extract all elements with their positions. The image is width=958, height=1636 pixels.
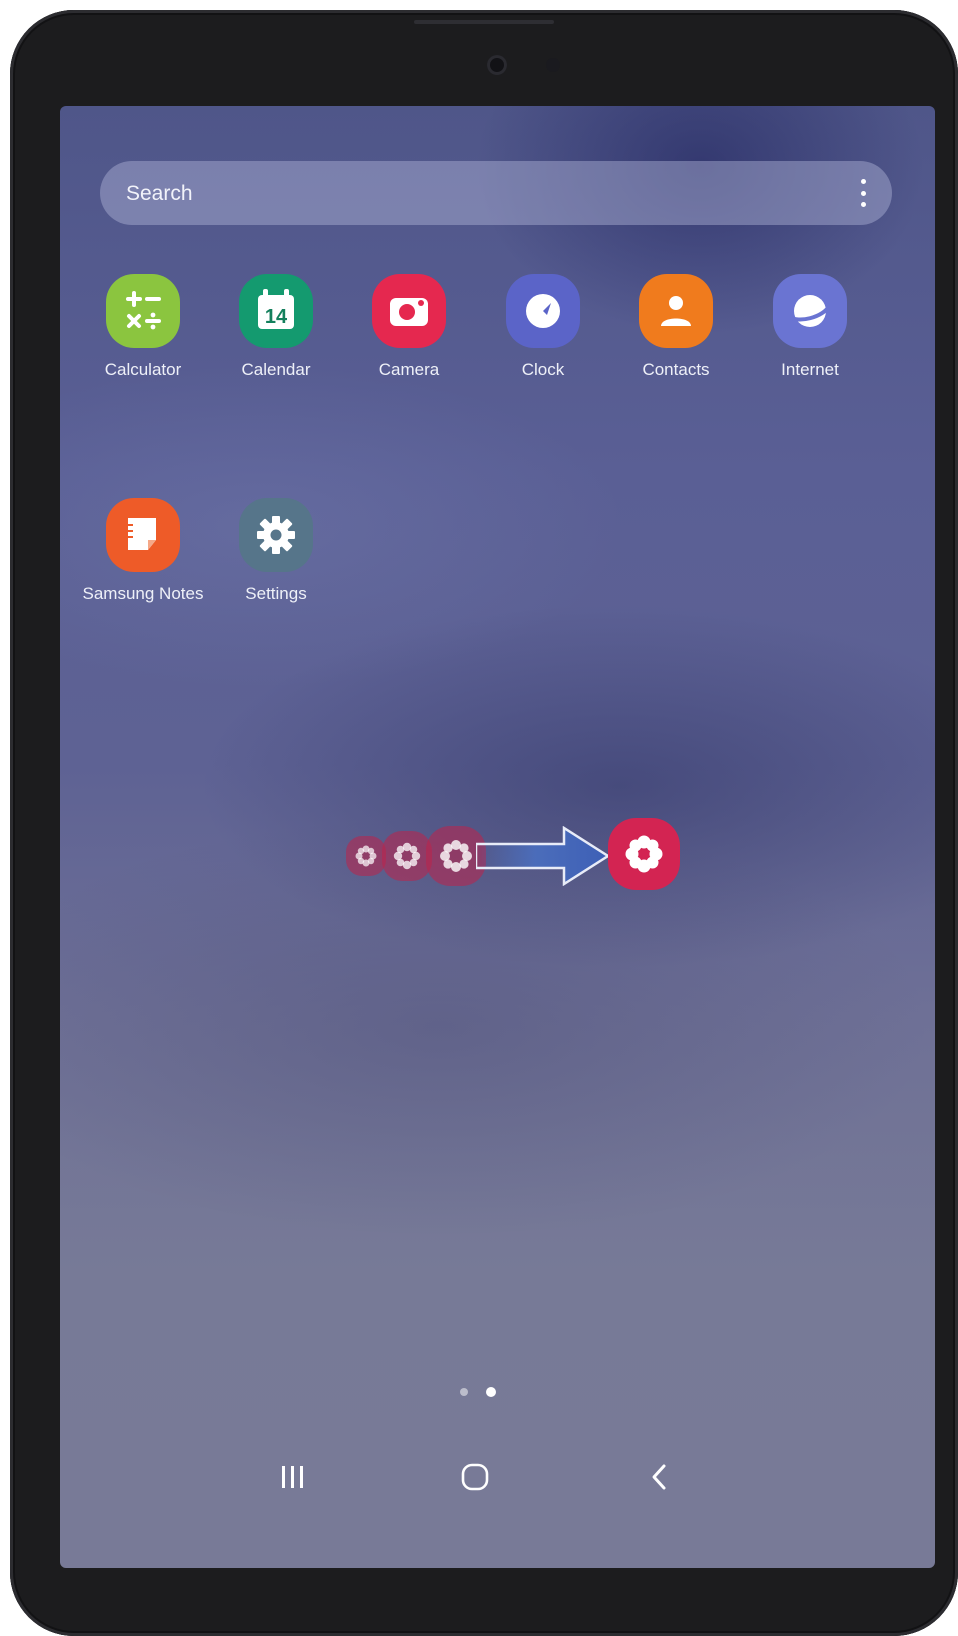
calculator-icon: [106, 274, 180, 348]
calendar-day: 14: [265, 306, 288, 328]
clock-icon: [506, 274, 580, 348]
page-dot[interactable]: [460, 1388, 468, 1396]
contacts-icon: [639, 274, 713, 348]
page-indicator: [460, 1386, 540, 1398]
app-calculator[interactable]: Calculator: [73, 274, 213, 380]
front-camera: [487, 55, 507, 75]
arrow-right-icon: [476, 826, 611, 886]
settings-icon: [239, 498, 313, 572]
app-contacts[interactable]: Contacts: [606, 274, 746, 380]
app-calendar[interactable]: 14 Calendar: [206, 274, 346, 380]
notes-icon: [106, 498, 180, 572]
camera-icon: [372, 274, 446, 348]
more-vertical-icon[interactable]: [860, 179, 866, 207]
tablet-frame: Search Calculator 14 Calendar Camera Clo…: [10, 10, 958, 1636]
search-bar[interactable]: Search: [100, 161, 892, 225]
flower-app-icon[interactable]: [608, 818, 680, 890]
home-icon[interactable]: [458, 1460, 492, 1494]
calendar-icon: 14: [239, 274, 313, 348]
app-label: Settings: [245, 584, 307, 603]
home-screen: Search Calculator 14 Calendar Camera Clo…: [60, 106, 935, 1568]
recents-icon[interactable]: [276, 1462, 310, 1492]
app-internet[interactable]: Internet: [740, 274, 880, 380]
app-label: Internet: [781, 360, 839, 379]
app-label: Contacts: [642, 360, 710, 379]
search-placeholder: Search: [126, 182, 193, 205]
app-clock[interactable]: Clock: [473, 274, 613, 380]
app-label: Samsung Notes: [82, 584, 204, 603]
internet-icon: [773, 274, 847, 348]
back-icon[interactable]: [644, 1460, 674, 1494]
speaker-grille: [414, 20, 554, 24]
page-dot-active[interactable]: [486, 1387, 496, 1397]
app-camera[interactable]: Camera: [339, 274, 479, 380]
app-label: Camera: [378, 360, 440, 379]
drag-gesture-illustration: [346, 806, 680, 906]
app-label: Calculator: [104, 360, 182, 379]
app-label: Clock: [521, 360, 565, 379]
app-samsung-notes[interactable]: Samsung Notes: [73, 498, 213, 604]
flower-icon-ghost: [346, 836, 386, 876]
app-settings[interactable]: Settings: [206, 498, 346, 604]
app-label: Calendar: [241, 360, 311, 379]
sensor: [546, 58, 560, 72]
flower-icon-ghost: [382, 831, 432, 881]
